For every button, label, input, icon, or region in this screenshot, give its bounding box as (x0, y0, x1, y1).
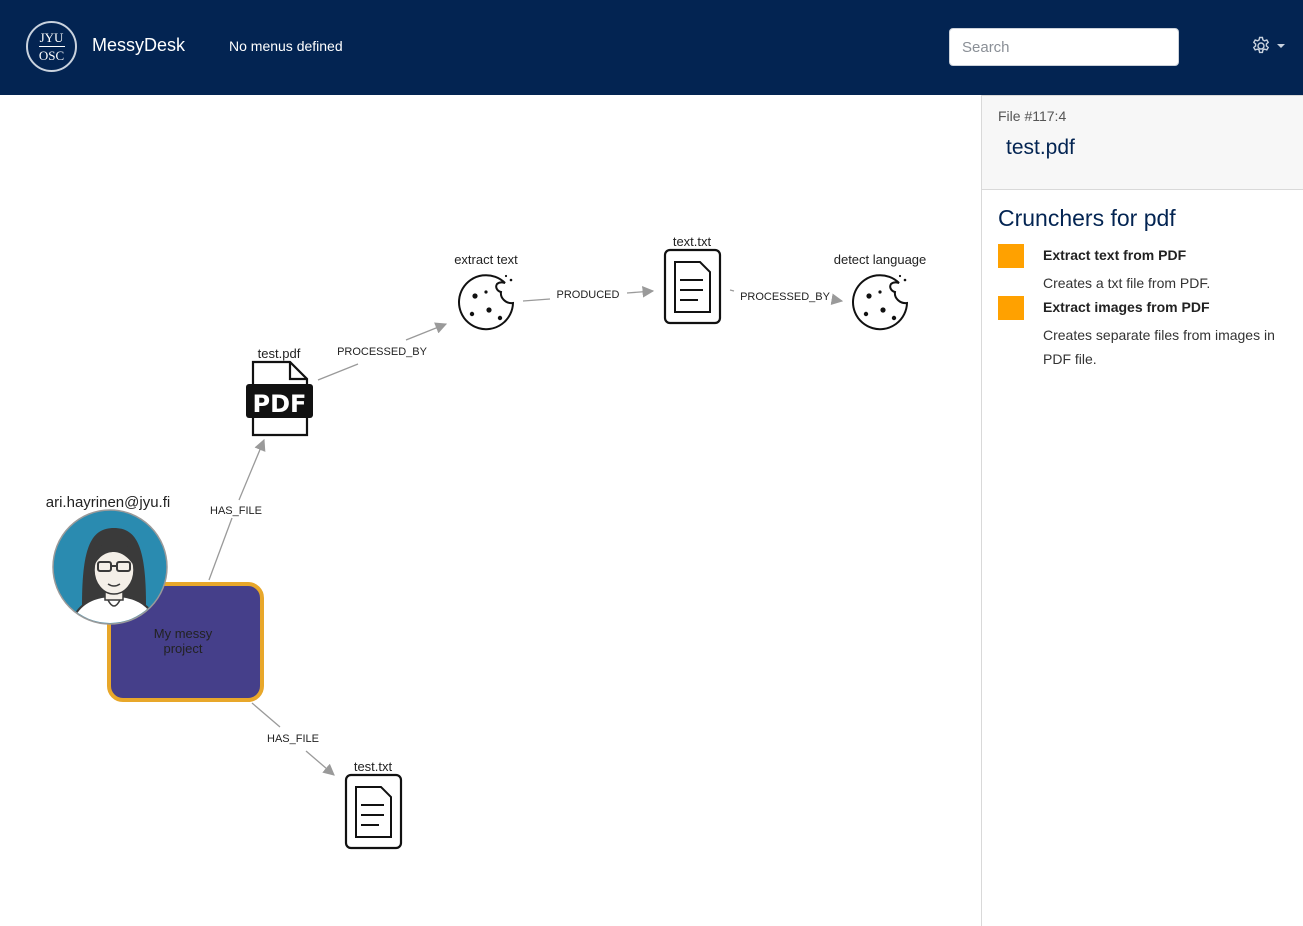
edge-processed-by-detect[interactable]: PROCESSED_BY (729, 289, 844, 306)
cruncher-run-button[interactable] (998, 244, 1024, 268)
cookie-icon (458, 274, 515, 331)
navbar: JYU OSC MessyDesk No menus defined (0, 0, 1303, 95)
extract-text-label: extract text (454, 252, 518, 267)
user-email-label: ari.hayrinen@jyu.fi (46, 494, 170, 511)
file-header: File #117:4 test.pdf (982, 95, 1303, 190)
settings-dropdown[interactable] (1251, 34, 1287, 58)
edge-label: HAS_FILE (267, 733, 319, 745)
cruncher-run-button[interactable] (998, 296, 1024, 320)
pdf-file-icon: PDF (246, 360, 313, 437)
pdf-file-label: test.pdf (258, 346, 301, 361)
jyu-osc-logo[interactable]: JYU OSC (26, 21, 77, 72)
chevron-down-icon (1277, 44, 1285, 48)
logo-text-top: JYU (39, 30, 64, 45)
text-file-icon (663, 248, 722, 325)
extract-text-node[interactable]: extract text (454, 252, 518, 331)
svg-text:PDF: PDF (253, 390, 307, 418)
edge-label: PROCESSED_BY (740, 291, 831, 303)
detect-language-node[interactable]: detect language (834, 252, 927, 331)
file-name: test.pdf (1006, 136, 1075, 159)
edge-produced-txt[interactable]: PRODUCED (522, 285, 655, 302)
test-txt-label: test.txt (354, 759, 393, 774)
test-txt-node[interactable]: test.txt (344, 759, 403, 850)
project-name-line2: project (163, 641, 202, 656)
edge-label: HAS_FILE (210, 505, 262, 517)
menus-placeholder-text: No menus defined (229, 38, 343, 54)
cruncher-description: Creates a txt file from PDF. (1043, 275, 1211, 291)
cookie-icon (852, 274, 909, 331)
logo-divider (38, 46, 65, 47)
edge-label: PRODUCED (557, 289, 620, 301)
project-name-line1: My messy (154, 626, 213, 641)
edge-has-file-pdf[interactable]: HAS_FILE (208, 438, 266, 581)
graph-canvas[interactable]: HAS_FILE PROCESSED_BY PRODUCED PROCESSED… (0, 95, 981, 926)
cruncher-description: Creates separate files from images in PD… (1043, 327, 1275, 367)
edge-has-file-txt[interactable]: HAS_FILE (251, 702, 335, 776)
logo-text-bottom: OSC (38, 48, 65, 63)
file-id: File #117:4 (998, 108, 1067, 124)
text-txt-node[interactable]: text.txt (663, 234, 722, 325)
cruncher-name: Extract images from PDF (1043, 299, 1210, 315)
pdf-file-node[interactable]: test.pdf PDF (246, 346, 313, 437)
file-details-panel: File #117:4 test.pdf Crunchers for pdf E… (981, 95, 1303, 926)
edge-label: PROCESSED_BY (337, 346, 428, 358)
gear-icon (1252, 36, 1270, 54)
detect-language-label: detect language (834, 252, 927, 267)
text-file-icon (344, 773, 403, 850)
edge-processed-by-extract[interactable]: PROCESSED_BY (317, 322, 448, 381)
text-txt-label: text.txt (673, 234, 712, 249)
search-input[interactable] (949, 28, 1179, 66)
crunchers-title: Crunchers for pdf (998, 205, 1176, 231)
brand-name[interactable]: MessyDesk (92, 35, 185, 56)
cruncher-name: Extract text from PDF (1043, 247, 1187, 263)
